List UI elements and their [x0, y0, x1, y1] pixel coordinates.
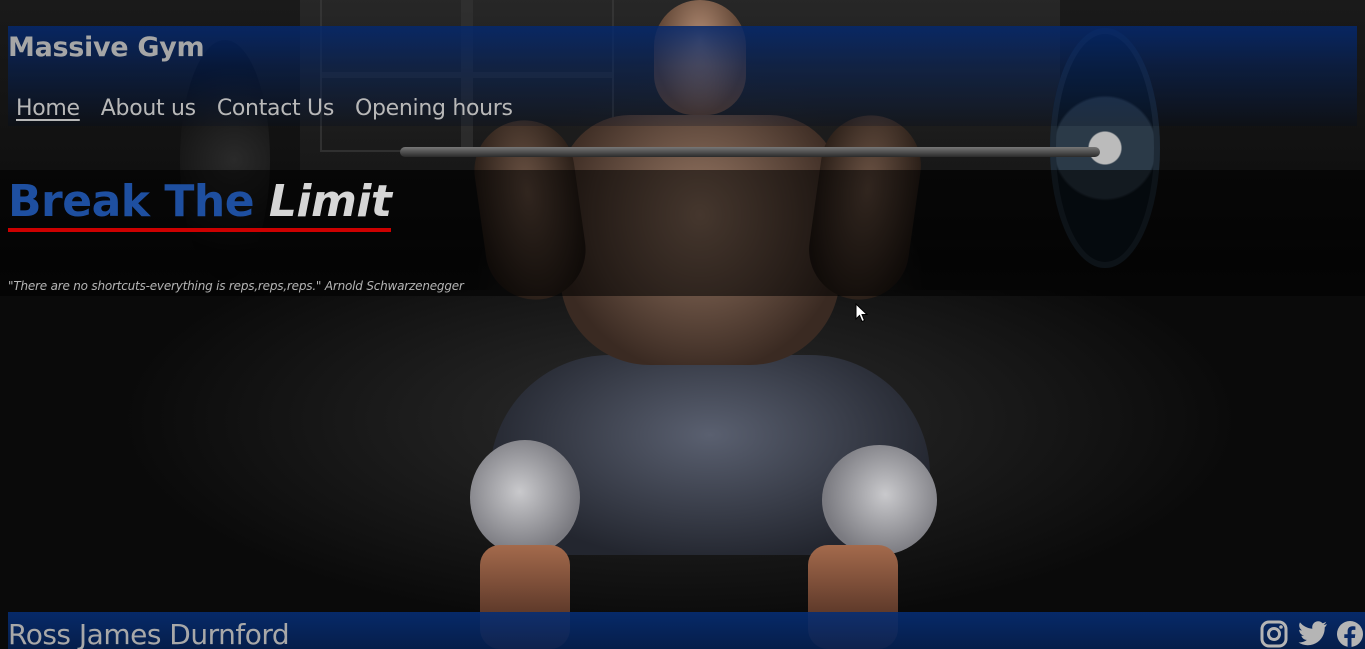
mouse-cursor-icon	[855, 302, 869, 323]
nav-link-home[interactable]: Home	[16, 96, 80, 121]
site-footer: Ross James Durnford	[8, 612, 1365, 649]
social-links	[1259, 619, 1365, 649]
instagram-icon[interactable]	[1259, 619, 1289, 649]
nav-link-about-us[interactable]: About us	[101, 96, 196, 121]
athlete-knee-left	[470, 440, 580, 555]
main-nav: Home About us Contact Us Opening hours	[16, 96, 513, 121]
site-header: Massive Gym Home About us Contact Us Ope…	[8, 26, 1357, 126]
hero-heading: Break The Limit	[8, 175, 392, 232]
hero-quote: "There are no shortcuts-everything is re…	[8, 279, 464, 293]
barbell	[400, 147, 1100, 157]
facebook-icon[interactable]	[1335, 619, 1365, 649]
hero-section: Break The Limit "There are no shortcuts-…	[0, 170, 1365, 296]
page: Massive Gym Home About us Contact Us Ope…	[0, 0, 1365, 649]
hero-heading-part2: Limit	[268, 176, 392, 227]
nav-link-opening-hours[interactable]: Opening hours	[355, 96, 513, 121]
twitter-icon[interactable]	[1297, 619, 1327, 649]
footer-author-name: Ross James Durnford	[8, 618, 290, 649]
hero-heading-part1: Break The	[8, 176, 269, 227]
site-title: Massive Gym	[8, 32, 205, 63]
athlete-knee-right	[822, 445, 937, 555]
nav-link-contact-us[interactable]: Contact Us	[217, 96, 334, 121]
